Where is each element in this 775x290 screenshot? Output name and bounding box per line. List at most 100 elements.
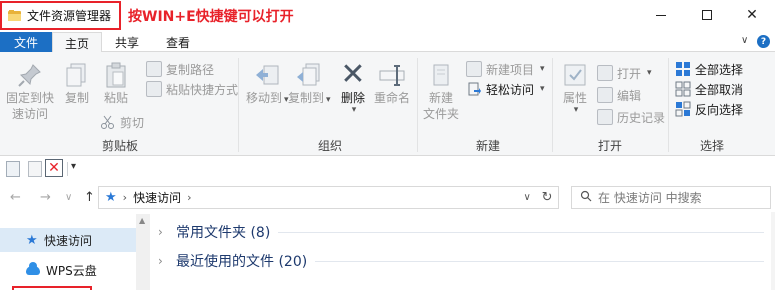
open-button[interactable]: 打开 ▾ [597, 64, 652, 82]
new-item-button[interactable]: 新建项目 ▾ [466, 60, 545, 78]
tab-file[interactable]: 文件 [0, 32, 52, 52]
group-separator [238, 58, 239, 152]
search-box[interactable]: 在 快速访问 中搜索 [571, 186, 771, 209]
pin-label-1: 固定到快 [6, 91, 55, 105]
pin-label-2: 速访问 [12, 107, 49, 121]
select-group-label: 选择 [699, 139, 724, 153]
tab-share[interactable]: 共享 [104, 32, 150, 52]
history-button[interactable]: 历史记录 [597, 108, 665, 126]
ribbon-tabs: 文件 主页 共享 查看 ∨ ? [0, 32, 775, 53]
history-icon [597, 109, 613, 125]
edit-icon [597, 87, 613, 103]
help-icon[interactable]: ? [757, 35, 770, 48]
nav-item-wps-cloud[interactable]: WPS云盘 [0, 258, 136, 282]
scissors-icon [100, 114, 116, 130]
search-icon [580, 190, 592, 205]
select-none-button[interactable]: 全部取消 [675, 80, 743, 98]
properties-label: 属性 [562, 91, 587, 105]
delete-dropdown-icon: ▾ [351, 105, 357, 115]
window-title: 文件资源管理器 [27, 9, 112, 23]
paste-button[interactable]: 粘贴 [101, 60, 131, 106]
paste-shortcut-icon [146, 81, 162, 97]
paste-shortcut-button[interactable]: 粘贴快捷方式 [146, 80, 238, 98]
new-item-icon [466, 61, 482, 77]
qat-new-folder-icon[interactable] [28, 161, 42, 177]
invert-selection-button[interactable]: 反向选择 [675, 100, 743, 118]
section-frequent-folders[interactable]: › 常用文件夹 (8) [158, 220, 772, 244]
group-separator [668, 58, 669, 152]
address-row: ← → ∨ ↑ ★ › 快速访问 › ∨ ↻ 在 快速访问 中搜索 [0, 182, 775, 212]
invert-selection-icon [675, 101, 691, 117]
select-all-button[interactable]: 全部选择 [675, 60, 743, 78]
easy-access-button[interactable]: 轻松访问 ▾ [466, 80, 545, 98]
pin-quick-access-button[interactable]: 固定到快 速访问 [6, 60, 54, 122]
organize-group-label: 组织 [317, 139, 342, 153]
group-separator [552, 58, 553, 152]
select-none-label: 全部取消 [695, 82, 744, 97]
nav-item-label: WPS云盘 [46, 263, 97, 278]
qat-properties-icon[interactable] [6, 161, 20, 177]
chevron-right-icon: › [158, 225, 163, 239]
quick-access-toolbar: ✕ ▾ [0, 156, 775, 182]
copy-path-button[interactable]: 复制路径 [146, 60, 214, 78]
group-separator [417, 58, 418, 152]
delete-button[interactable]: ✕ 删除 ▾ [338, 57, 368, 115]
nav-scrollbar[interactable]: ▲ [136, 214, 150, 290]
refresh-icon[interactable]: ↻ [542, 190, 553, 205]
content-scrollbar[interactable] [771, 212, 775, 290]
edit-button[interactable]: 编辑 [597, 86, 641, 104]
close-button[interactable]: ✕ [729, 0, 775, 30]
easy-access-icon [466, 81, 482, 97]
new-item-label: 新建项目 [486, 62, 535, 77]
new-folder-label-1: 新建 [429, 91, 454, 105]
recent-locations-button[interactable]: ∨ [65, 192, 72, 203]
properties-button[interactable]: 属性 ▾ [560, 60, 590, 115]
section-label: 常用文件夹 (8) [176, 225, 271, 241]
tab-view[interactable]: 查看 [152, 32, 204, 52]
properties-dropdown-icon: ▾ [573, 105, 579, 115]
cloud-icon [26, 261, 40, 275]
qat-customize-dropdown-icon[interactable]: ▾ [71, 161, 76, 172]
close-icon: ✕ [746, 7, 758, 23]
new-folder-label-2: 文件夹 [423, 107, 460, 121]
navigation-pane: ★ 快速访问 WPS云盘 ▲ [0, 212, 152, 290]
breadcrumb-quick-access[interactable]: 快速访问 [133, 189, 181, 206]
section-divider [315, 260, 764, 262]
back-button[interactable]: ← [10, 190, 21, 205]
pin-icon [15, 60, 45, 90]
section-label: 最近使用的文件 (20) [176, 254, 308, 270]
window-title-highlight: 文件资源管理器 [0, 1, 121, 30]
minimize-icon [656, 14, 666, 16]
copy-to-button[interactable]: 复制到 ▾ [288, 60, 331, 108]
delete-x-icon: ✕ [340, 57, 366, 92]
rename-button[interactable]: 重命名 [374, 60, 410, 106]
move-to-label: 移动到 ▾ [246, 91, 289, 105]
qat-delete-icon[interactable]: ✕ [45, 159, 63, 177]
cut-button[interactable]: 剪切 [100, 113, 144, 131]
breadcrumb-separator: › [187, 191, 192, 204]
easy-access-dropdown-icon: ▾ [540, 84, 545, 94]
section-recent-files[interactable]: › 最近使用的文件 (20) [158, 249, 772, 273]
maximize-icon [702, 10, 712, 20]
new-folder-button[interactable]: 新建 文件夹 [423, 60, 459, 122]
move-to-icon [252, 60, 282, 90]
copy-to-label: 复制到 ▾ [288, 91, 331, 105]
copy-button[interactable]: 复制 [62, 60, 92, 106]
maximize-button[interactable] [684, 0, 730, 30]
forward-button[interactable]: → [40, 190, 51, 205]
scroll-up-icon[interactable]: ▲ [139, 216, 145, 225]
delete-label: 删除 [340, 91, 365, 105]
open-label: 打开 [617, 66, 642, 81]
minimize-button[interactable] [638, 0, 684, 30]
rename-label: 重命名 [374, 91, 411, 105]
nav-item-quick-access[interactable]: ★ 快速访问 [0, 228, 136, 252]
collapse-ribbon-chevron-icon[interactable]: ∨ [741, 35, 748, 46]
address-bar[interactable]: ★ › 快速访问 › ∨ ↻ [98, 186, 559, 209]
move-to-button[interactable]: 移动到 ▾ [246, 60, 289, 108]
paste-shortcut-label: 粘贴快捷方式 [166, 82, 239, 97]
address-dropdown-icon[interactable]: ∨ [523, 192, 530, 203]
up-button[interactable]: ↑ [84, 190, 95, 205]
history-label: 历史记录 [617, 110, 666, 125]
tab-home[interactable]: 主页 [52, 32, 102, 53]
copy-label: 复制 [64, 91, 89, 105]
